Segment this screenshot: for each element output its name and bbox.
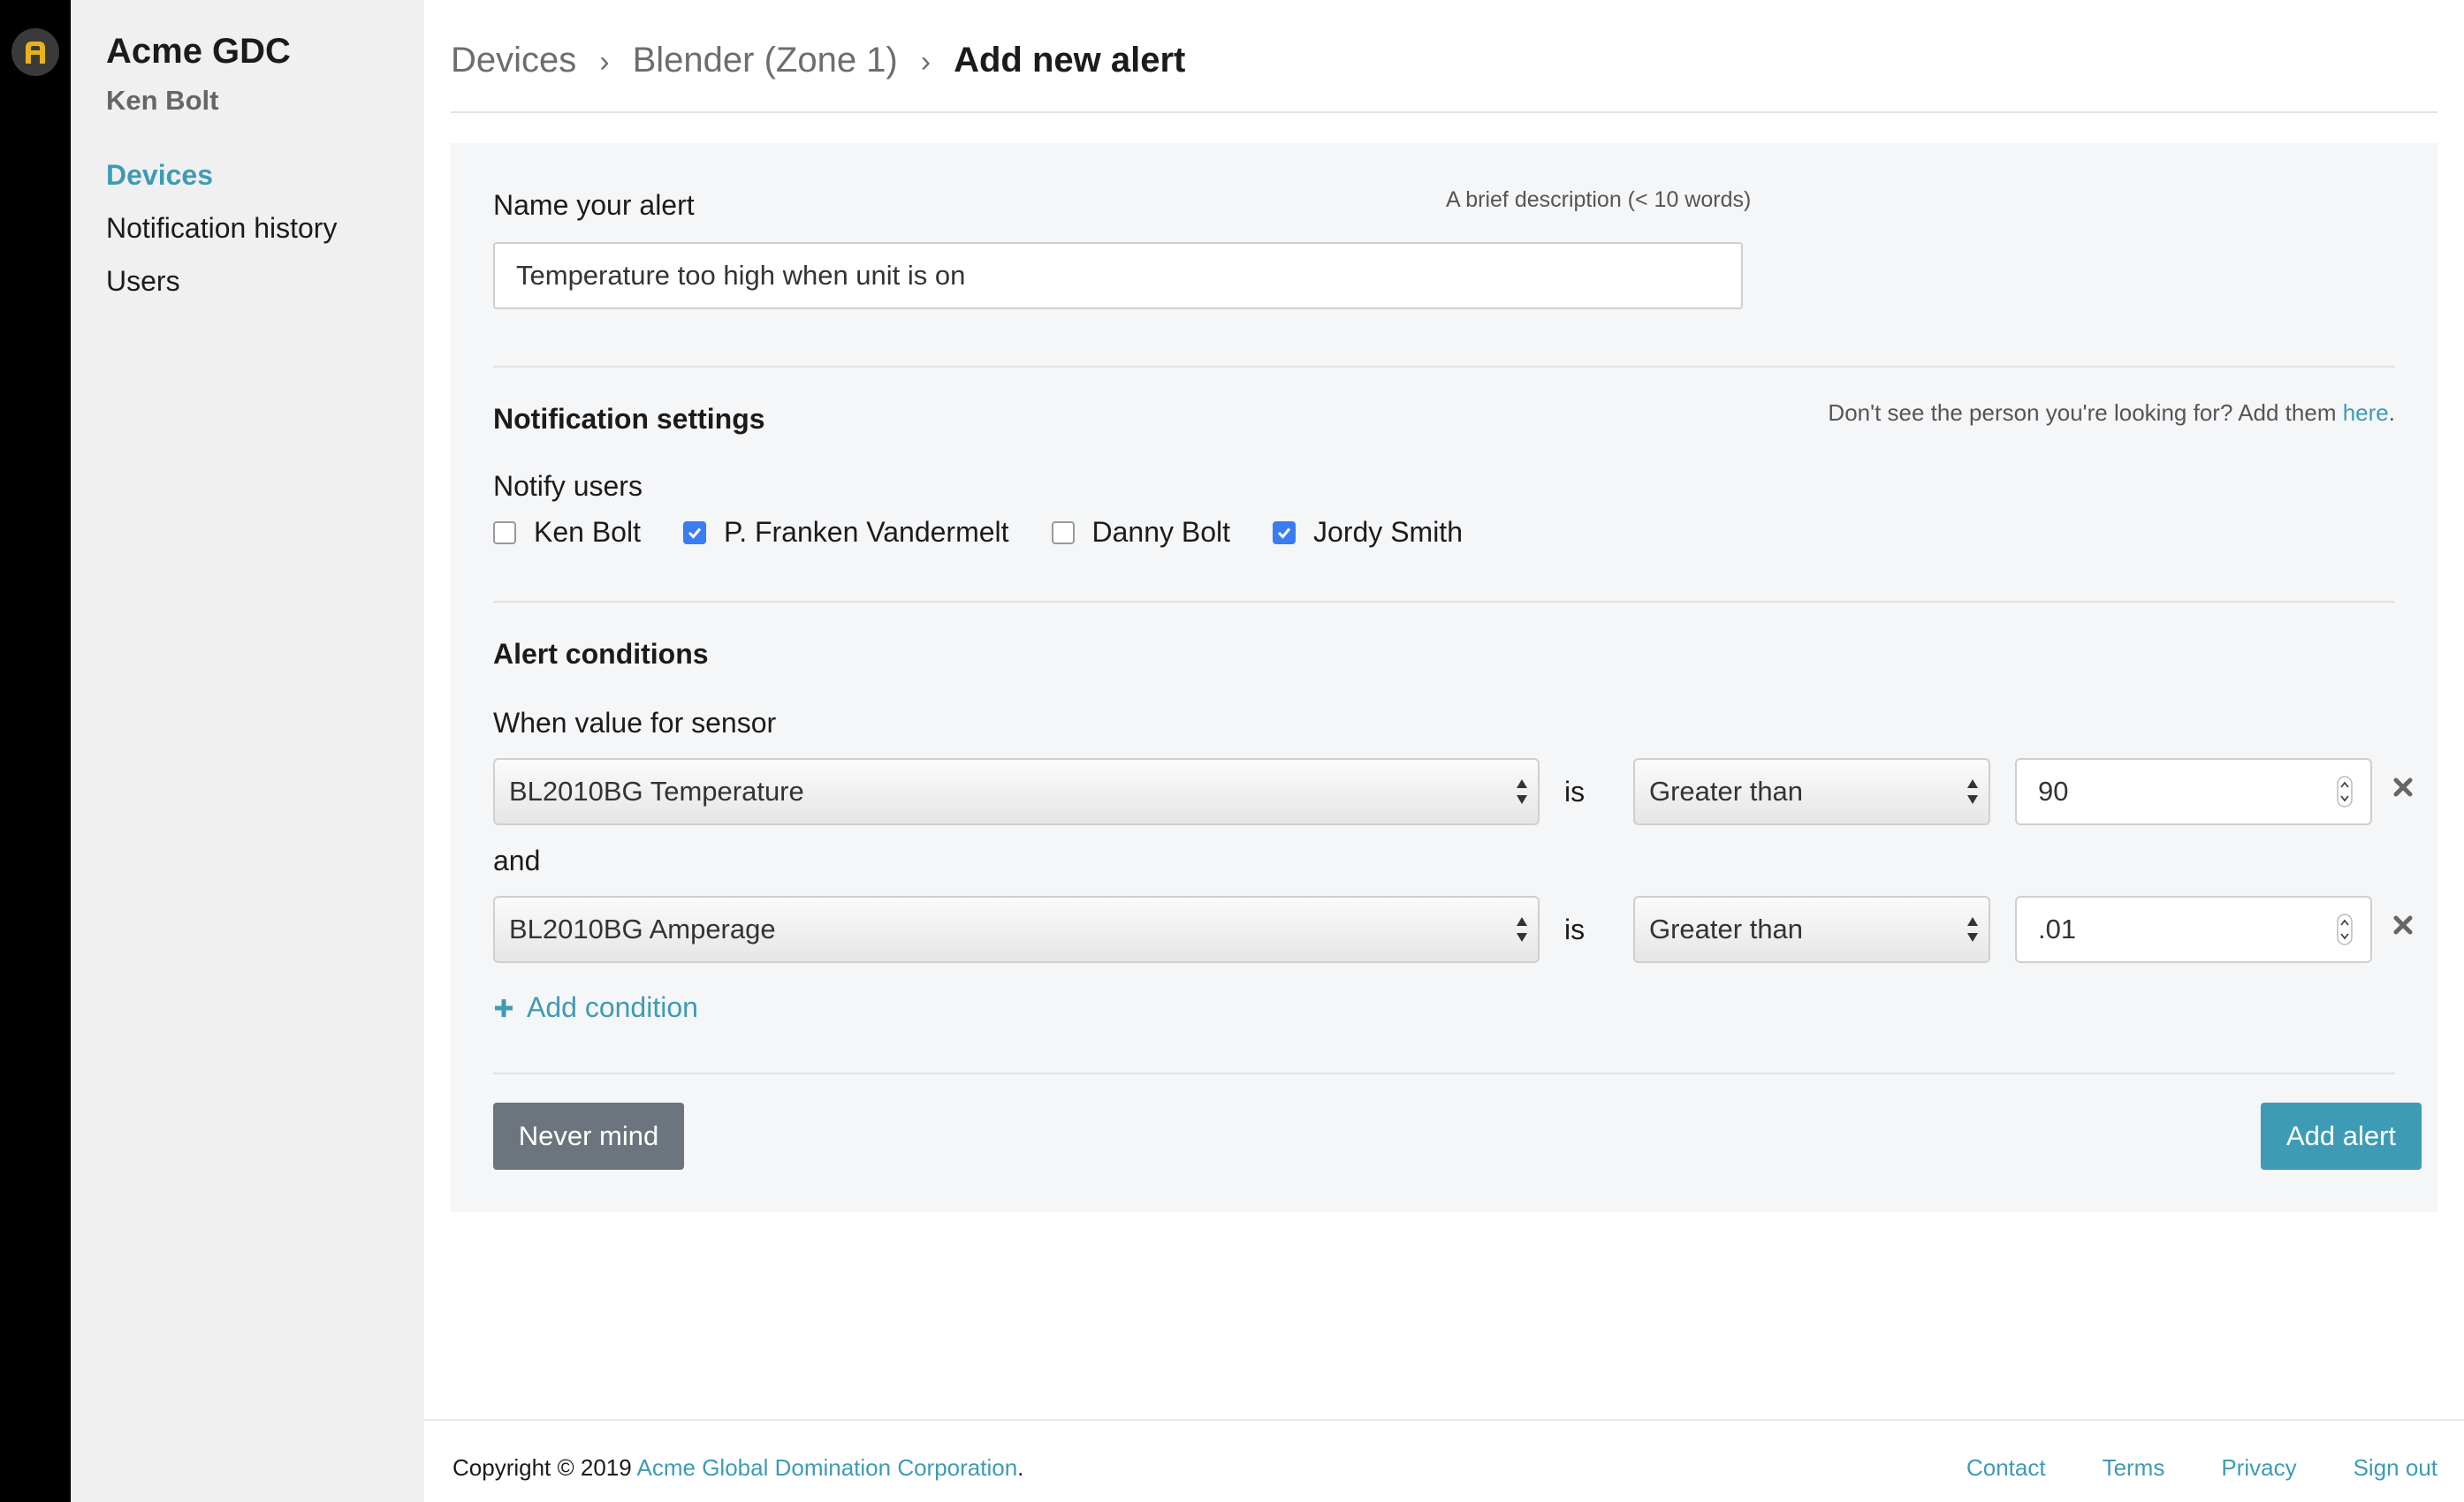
remove-condition-icon[interactable] [2392, 914, 2415, 937]
select-arrows-icon [1517, 779, 1527, 804]
user-name: Jordy Smith [1313, 516, 1463, 548]
sensor-select[interactable]: BL2010BG Temperature [493, 758, 1540, 825]
logo-icon[interactable] [11, 28, 59, 76]
user-name: Danny Bolt [1091, 516, 1231, 548]
select-arrows-icon [1967, 917, 1978, 942]
sidebar-item-devices[interactable]: Devices [106, 157, 337, 210]
add-alert-button[interactable]: Add alert [2261, 1103, 2422, 1170]
sensor-select-value: BL2010BG Temperature [509, 776, 804, 807]
alert-conditions-title: Alert conditions [493, 638, 709, 670]
footer-link-privacy[interactable]: Privacy [2221, 1454, 2296, 1482]
operator-select[interactable]: Greater than [1633, 896, 1990, 963]
copyright-text: Copyright © 2019 [452, 1454, 637, 1481]
breadcrumb-device[interactable]: Blender (Zone 1) [633, 41, 898, 80]
alert-name-input[interactable]: Temperature too high when unit is on [493, 242, 1743, 309]
sensor-select-value: BL2010BG Amperage [509, 914, 776, 944]
app-rail [0, 0, 71, 1502]
when-sensor-label: When value for sensor [493, 707, 777, 739]
operator-select-value: Greater than [1649, 776, 1804, 807]
checkbox-unchecked-icon[interactable] [493, 520, 516, 544]
threshold-input[interactable]: 90 [2015, 758, 2372, 825]
footer-link-contact[interactable]: Contact [1966, 1454, 2046, 1482]
add-condition-label: Add condition [527, 991, 698, 1023]
chevron-right-icon: › [599, 45, 610, 79]
user-name: P. Franken Vandermelt [723, 516, 1009, 548]
operator-select[interactable]: Greater than [1633, 758, 1990, 825]
divider [493, 601, 2395, 603]
notify-users-list: Ken Bolt P. Franken Vandermelt Danny Bol… [493, 516, 1505, 549]
add-condition-button[interactable]: Add condition [493, 991, 698, 1024]
company-link[interactable]: Acme Global Domination Corporation [637, 1454, 1018, 1481]
copyright: Copyright © 2019 Acme Global Domination … [452, 1454, 1023, 1482]
number-spinner-icon[interactable] [2337, 914, 2353, 945]
sidebar: Acme GDC Ken Bolt Devices Notification h… [71, 0, 424, 1502]
sidebar-item-notification-history[interactable]: Notification history [106, 210, 337, 263]
plus-icon [495, 998, 513, 1017]
is-label: is [1564, 914, 1586, 945]
user-checkbox-p-franken-vandermelt[interactable]: P. Franken Vandermelt [682, 516, 1009, 549]
name-label: Name your alert [493, 189, 695, 221]
page-title: Add new alert [954, 41, 1186, 80]
add-person-link[interactable]: here [2343, 399, 2389, 426]
threshold-value: 90 [2038, 776, 2069, 807]
name-hint: A brief description (< 10 words) [1446, 187, 1752, 212]
add-person-hint-suffix: . [2388, 399, 2395, 426]
divider [493, 366, 2395, 368]
user-checkbox-ken-bolt[interactable]: Ken Bolt [493, 516, 641, 549]
footer-links: Contact Terms Privacy Sign out [1910, 1454, 2437, 1482]
select-arrows-icon [1517, 917, 1527, 942]
breadcrumb-devices[interactable]: Devices [451, 41, 576, 80]
user-name: Ken Bolt [534, 516, 641, 548]
add-person-hint: Don't see the person you're looking for?… [1828, 399, 2395, 427]
checkbox-checked-icon[interactable] [1273, 520, 1297, 544]
checkbox-unchecked-icon[interactable] [1051, 520, 1075, 544]
operator-select-value: Greater than [1649, 914, 1804, 944]
select-arrows-icon [1967, 779, 1978, 804]
notification-settings-title: Notification settings [493, 403, 765, 435]
number-spinner-icon[interactable] [2337, 776, 2353, 808]
sidebar-nav: Devices Notification history Users [106, 157, 337, 316]
main-content: Devices › Blender (Zone 1) › Add new ale… [424, 0, 2464, 1502]
never-mind-button[interactable]: Never mind [493, 1103, 684, 1170]
footer: Copyright © 2019 Acme Global Domination … [424, 1419, 2464, 1502]
sidebar-item-users[interactable]: Users [106, 263, 337, 316]
breadcrumb: Devices › Blender (Zone 1) › Add new ale… [451, 41, 2437, 113]
threshold-input[interactable]: .01 [2015, 896, 2372, 963]
user-checkbox-jordy-smith[interactable]: Jordy Smith [1273, 516, 1463, 549]
divider [493, 1073, 2395, 1074]
is-label: is [1564, 776, 1586, 808]
org-name: Acme GDC [106, 32, 291, 71]
and-label: and [493, 845, 541, 876]
copyright-suffix: . [1017, 1454, 1024, 1481]
remove-condition-icon[interactable] [2392, 776, 2415, 799]
user-checkbox-danny-bolt[interactable]: Danny Bolt [1051, 516, 1231, 549]
checkbox-checked-icon[interactable] [682, 520, 706, 544]
current-user-name: Ken Bolt [106, 85, 219, 116]
notify-users-label: Notify users [493, 470, 643, 502]
footer-link-terms[interactable]: Terms [2103, 1454, 2165, 1482]
footer-link-sign-out[interactable]: Sign out [2354, 1454, 2437, 1482]
threshold-value: .01 [2038, 914, 2077, 944]
chevron-right-icon: › [920, 45, 932, 79]
add-person-hint-text: Don't see the person you're looking for?… [1828, 399, 2343, 426]
alert-form: Name your alert A brief description (< 1… [451, 143, 2437, 1212]
sensor-select[interactable]: BL2010BG Amperage [493, 896, 1540, 963]
